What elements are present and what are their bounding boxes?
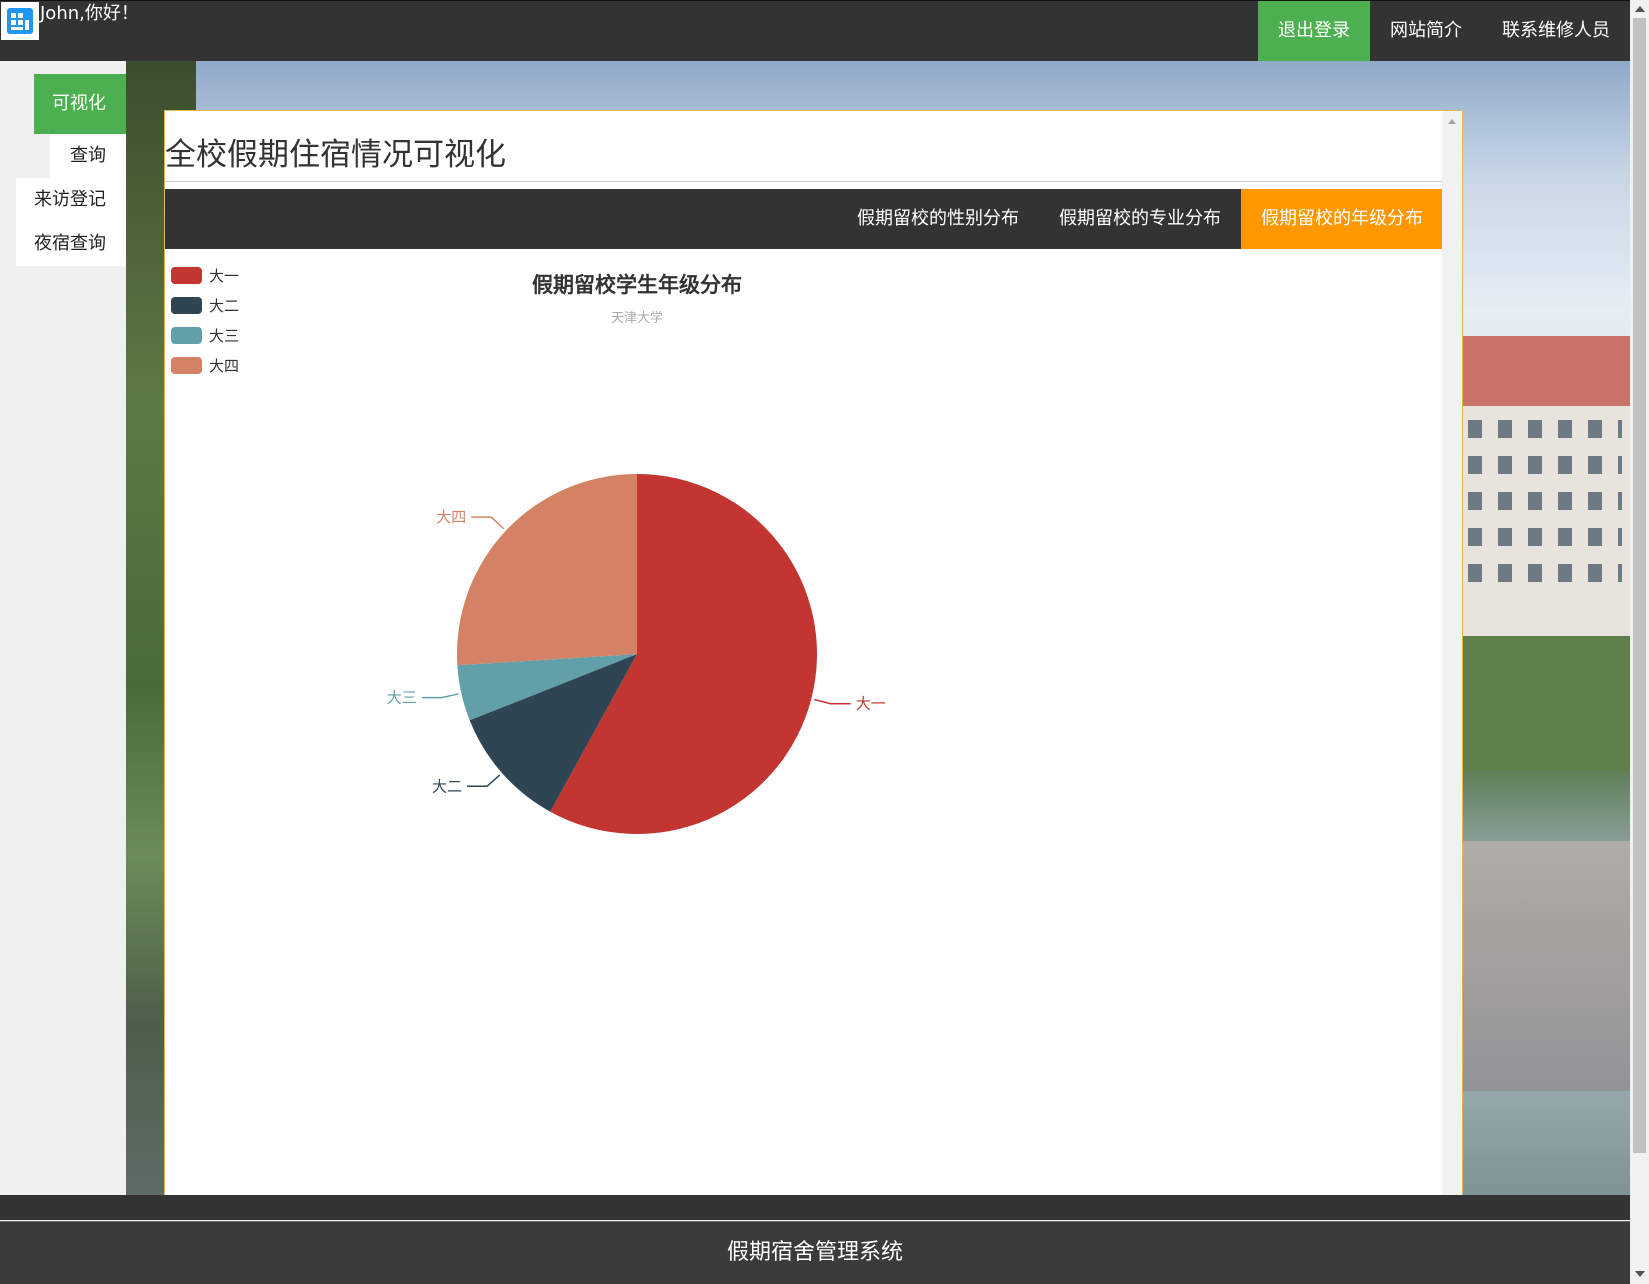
pie-label-line bbox=[471, 516, 505, 530]
contact-repair-link[interactable]: 联系维修人员 bbox=[1482, 1, 1630, 61]
grade-pie-chart: 假期留校学生年级分布 天津大学 大一 大二 大三 大四 大一 大二 大三 大四 bbox=[165, 249, 1443, 1195]
page-title: 全校假期住宿情况可视化 bbox=[165, 135, 1443, 182]
side-menu: 可视化 查询 来访登记 夜宿查询 bbox=[16, 74, 126, 270]
scrollbar-thumb[interactable] bbox=[1633, 18, 1646, 1153]
pie-label-line bbox=[814, 698, 851, 705]
window-scrollbar[interactable] bbox=[1630, 0, 1649, 1283]
chart-tabs: 假期留校的性别分布 假期留校的专业分布 假期留校的年级分布 bbox=[165, 189, 1443, 249]
background-building bbox=[1460, 336, 1630, 636]
scroll-down-icon[interactable] bbox=[1635, 1271, 1645, 1277]
site-intro-link[interactable]: 网站简介 bbox=[1370, 1, 1482, 61]
pie-label-line bbox=[421, 693, 459, 699]
pie-slice bbox=[457, 474, 637, 666]
top-nav: 退出登录 网站简介 联系维修人员 bbox=[1258, 1, 1630, 61]
tab-gender-distribution[interactable]: 假期留校的性别分布 bbox=[837, 189, 1039, 249]
legend-label: 大二 bbox=[209, 297, 239, 315]
background-reflection bbox=[1460, 841, 1630, 1091]
pie-label: 大二 bbox=[432, 777, 462, 795]
top-navbar: John,你好！ 退出登录 网站简介 联系维修人员 bbox=[0, 0, 1630, 61]
footer: 假期宿舍管理系统 bbox=[0, 1221, 1630, 1284]
scroll-up-icon[interactable] bbox=[1448, 119, 1456, 124]
legend-label: 大一 bbox=[209, 267, 239, 285]
chart-subtitle: 天津大学 bbox=[611, 310, 663, 326]
legend-label: 大三 bbox=[209, 327, 239, 345]
sidebar-item-query[interactable]: 查询 bbox=[50, 134, 126, 178]
pie-label: 大一 bbox=[856, 695, 886, 713]
legend-label: 大四 bbox=[209, 357, 239, 375]
scroll-up-icon[interactable] bbox=[1635, 6, 1645, 12]
pie-label: 大四 bbox=[436, 508, 466, 526]
pie-label-line bbox=[466, 774, 501, 788]
legend-swatch bbox=[171, 267, 202, 284]
tab-grade-distribution[interactable]: 假期留校的年级分布 bbox=[1241, 189, 1443, 249]
app-logo bbox=[1, 2, 39, 40]
legend-swatch bbox=[171, 357, 202, 374]
chart-title: 假期留校学生年级分布 bbox=[532, 273, 742, 297]
legend-swatch bbox=[171, 297, 202, 314]
footer-divider bbox=[0, 1195, 1630, 1220]
sidebar-item-visualization[interactable]: 可视化 bbox=[34, 74, 126, 134]
legend-swatch bbox=[171, 327, 202, 344]
pie-label: 大三 bbox=[387, 689, 417, 707]
tab-major-distribution[interactable]: 假期留校的专业分布 bbox=[1039, 189, 1241, 249]
logout-button[interactable]: 退出登录 bbox=[1258, 1, 1370, 61]
main-panel: 全校假期住宿情况可视化 假期留校的性别分布 假期留校的专业分布 假期留校的年级分… bbox=[164, 110, 1463, 1195]
user-greeting: John,你好！ bbox=[40, 3, 139, 24]
pie-chart-canvas: 假期留校学生年级分布天津大学大一大二大三大四大一大二大三大四 bbox=[171, 267, 886, 835]
sidebar-item-visitor-registration[interactable]: 来访登记 bbox=[16, 178, 126, 222]
sidebar-item-overnight-query[interactable]: 夜宿查询 bbox=[16, 222, 126, 266]
panel-scrollbar[interactable] bbox=[1442, 111, 1462, 1195]
building-icon bbox=[7, 8, 33, 34]
